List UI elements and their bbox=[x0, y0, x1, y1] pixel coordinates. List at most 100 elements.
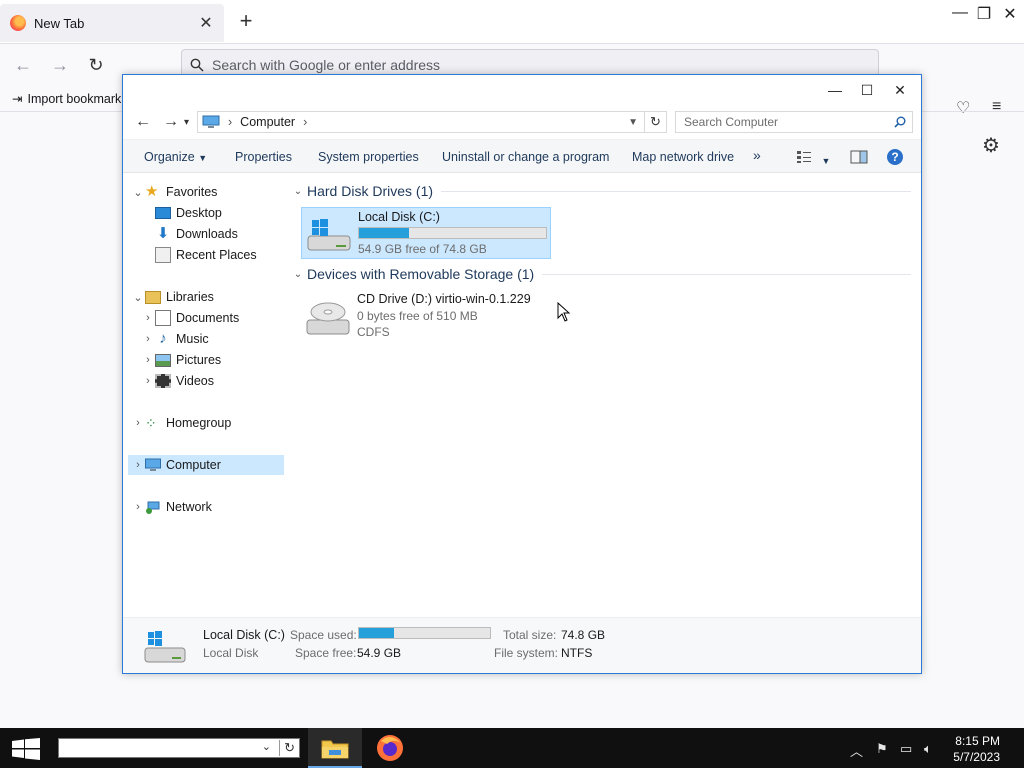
navigation-pane: ⌄ ★ Favorites Desktop ⬇ Downloads Recent… bbox=[123, 175, 287, 615]
system-properties-button[interactable]: System properties bbox=[318, 150, 419, 164]
drive-c-usage-fill bbox=[359, 228, 409, 238]
nav-desktop[interactable]: Desktop bbox=[155, 203, 222, 223]
properties-button[interactable]: Properties bbox=[235, 150, 292, 164]
explorer-search-input[interactable]: Search Computer bbox=[675, 111, 913, 133]
chevron-right-icon[interactable]: › bbox=[141, 312, 155, 324]
explorer-refresh-button[interactable]: ↻ bbox=[645, 111, 667, 133]
forward-button[interactable]: → bbox=[49, 54, 71, 76]
computer-icon bbox=[202, 115, 220, 128]
drive-d-filesystem: CDFS bbox=[357, 325, 390, 339]
nav-downloads-label: Downloads bbox=[176, 227, 238, 241]
file-system-label: File system: bbox=[494, 646, 559, 660]
nav-homegroup[interactable]: › ⁘ Homegroup bbox=[131, 413, 231, 433]
search-icon bbox=[190, 58, 204, 72]
nav-music[interactable]: › ♪ Music bbox=[141, 329, 209, 349]
nav-documents-label: Documents bbox=[176, 311, 240, 325]
close-window-button[interactable]: ✕ bbox=[998, 4, 1022, 24]
new-tab-button[interactable]: + bbox=[234, 10, 258, 34]
more-commands-button[interactable]: » bbox=[753, 147, 761, 163]
details-usage-fill bbox=[359, 628, 394, 638]
refresh-icon[interactable]: ↻ bbox=[279, 740, 295, 756]
collapse-chevron-icon[interactable]: ⌄ bbox=[289, 186, 307, 197]
close-tab-icon[interactable]: ✕ bbox=[198, 13, 214, 33]
pictures-icon bbox=[155, 353, 171, 367]
nav-videos[interactable]: › Videos bbox=[141, 371, 214, 391]
nav-favorites[interactable]: ⌄ ★ Favorites bbox=[131, 182, 217, 202]
expand-chevron-icon[interactable]: ⌄ bbox=[131, 186, 145, 199]
explorer-close-button[interactable]: ✕ bbox=[885, 80, 915, 100]
chevron-right-icon[interactable]: › bbox=[141, 354, 155, 366]
map-network-drive-button[interactable]: Map network drive bbox=[632, 150, 734, 164]
drive-d-name: CD Drive (D:) virtio-win-0.1.229 bbox=[357, 292, 531, 306]
breadcrumb-chevron-icon[interactable]: › bbox=[303, 115, 307, 129]
volume-muted-icon[interactable]: 🔈︎ bbox=[924, 741, 932, 757]
drive-c-free-space: 54.9 GB free of 74.8 GB bbox=[358, 242, 487, 256]
clock-date: 5/7/2023 bbox=[953, 750, 1000, 764]
group-divider bbox=[441, 190, 911, 192]
drive-cd-drive-d[interactable]: CD Drive (D:) virtio-win-0.1.229 0 bytes… bbox=[301, 290, 561, 342]
gear-icon[interactable]: ⚙ bbox=[982, 133, 1000, 158]
restore-window-button[interactable]: ❐ bbox=[972, 4, 996, 24]
uninstall-program-button[interactable]: Uninstall or change a program bbox=[442, 150, 609, 164]
breadcrumb[interactable]: Computer bbox=[240, 115, 295, 129]
minimize-window-button[interactable]: — bbox=[948, 4, 972, 22]
address-bar[interactable]: › Computer › ▼ bbox=[197, 111, 645, 133]
firefox-icon bbox=[377, 735, 403, 761]
nav-recent-places[interactable]: Recent Places bbox=[155, 245, 257, 265]
explorer-title-bar: — ☐ ✕ bbox=[123, 75, 921, 105]
system-clock[interactable]: 8:15 PM 5/7/2023 bbox=[953, 733, 1000, 765]
total-size-label: Total size: bbox=[503, 628, 557, 642]
nav-pictures[interactable]: › Pictures bbox=[141, 350, 221, 370]
chevron-down-icon[interactable]: ⌄ bbox=[262, 740, 271, 753]
help-button[interactable]: ? bbox=[886, 148, 904, 169]
file-system-value: NTFS bbox=[561, 646, 593, 660]
tab-new-tab[interactable]: New Tab ✕ bbox=[0, 4, 224, 42]
clock-time: 8:15 PM bbox=[955, 734, 1000, 748]
preview-pane-button[interactable] bbox=[850, 150, 868, 167]
drive-local-disk-c[interactable]: Local Disk (C:) 54.9 GB free of 74.8 GB bbox=[301, 207, 551, 259]
taskbar-file-explorer[interactable] bbox=[308, 728, 362, 768]
nav-documents[interactable]: › Documents bbox=[141, 308, 239, 328]
chevron-right-icon[interactable]: › bbox=[131, 459, 145, 471]
address-dropdown-icon[interactable]: ▼ bbox=[628, 117, 638, 128]
import-icon: ⇥ bbox=[12, 92, 23, 106]
expand-chevron-icon[interactable]: ⌄ bbox=[131, 291, 145, 304]
cd-drive-icon bbox=[306, 302, 350, 335]
change-view-button[interactable]: ▼ bbox=[796, 150, 830, 167]
import-bookmarks-button[interactable]: ⇥ Import bookmark bbox=[12, 91, 121, 107]
group-header-hard-disk-drives[interactable]: ⌄ Hard Disk Drives (1) bbox=[289, 181, 911, 201]
chevron-down-icon: ▼ bbox=[198, 153, 208, 163]
folder-icon bbox=[321, 740, 349, 759]
chevron-right-icon[interactable]: › bbox=[141, 333, 155, 345]
nav-downloads[interactable]: ⬇ Downloads bbox=[155, 224, 238, 244]
nav-computer[interactable]: › Computer bbox=[128, 455, 284, 475]
chevron-right-icon[interactable]: › bbox=[141, 375, 155, 387]
taskbar-search-input[interactable]: ⌄ ↻ bbox=[58, 738, 300, 758]
nav-videos-label: Videos bbox=[176, 374, 214, 388]
explorer-forward-button[interactable]: → bbox=[163, 113, 179, 131]
back-button[interactable]: ← bbox=[12, 54, 34, 76]
recent-locations-chevron-icon[interactable]: ▾ bbox=[184, 117, 189, 128]
explorer-minimize-button[interactable]: — bbox=[820, 80, 850, 100]
nav-network[interactable]: › Network bbox=[131, 497, 212, 517]
chevron-right-icon[interactable]: › bbox=[131, 501, 145, 513]
libraries-icon bbox=[145, 290, 161, 304]
svg-text:?: ? bbox=[891, 150, 898, 164]
organize-button[interactable]: Organize ▼ bbox=[144, 150, 207, 164]
collapse-chevron-icon[interactable]: ⌄ bbox=[289, 269, 307, 280]
action-center-flag-icon[interactable]: ⚑ bbox=[876, 741, 888, 757]
show-hidden-icons-chevron-icon[interactable]: ︿ bbox=[850, 741, 863, 760]
recent-places-icon bbox=[155, 247, 171, 263]
space-used-label: Space used: bbox=[290, 628, 357, 642]
organize-label: Organize bbox=[144, 150, 195, 164]
windows-start-icon[interactable] bbox=[12, 738, 40, 760]
hdd-group-title: Hard Disk Drives (1) bbox=[307, 183, 434, 199]
explorer-back-button[interactable]: ← bbox=[135, 113, 151, 131]
explorer-maximize-button[interactable]: ☐ bbox=[852, 80, 882, 100]
network-tray-icon[interactable]: ▭ bbox=[900, 741, 912, 757]
nav-libraries[interactable]: ⌄ Libraries bbox=[131, 287, 214, 307]
group-header-removable-storage[interactable]: ⌄ Devices with Removable Storage (1) bbox=[289, 264, 911, 284]
chevron-right-icon[interactable]: › bbox=[131, 417, 145, 429]
reload-button[interactable]: ↻ bbox=[85, 54, 107, 76]
taskbar-firefox[interactable] bbox=[364, 728, 418, 768]
